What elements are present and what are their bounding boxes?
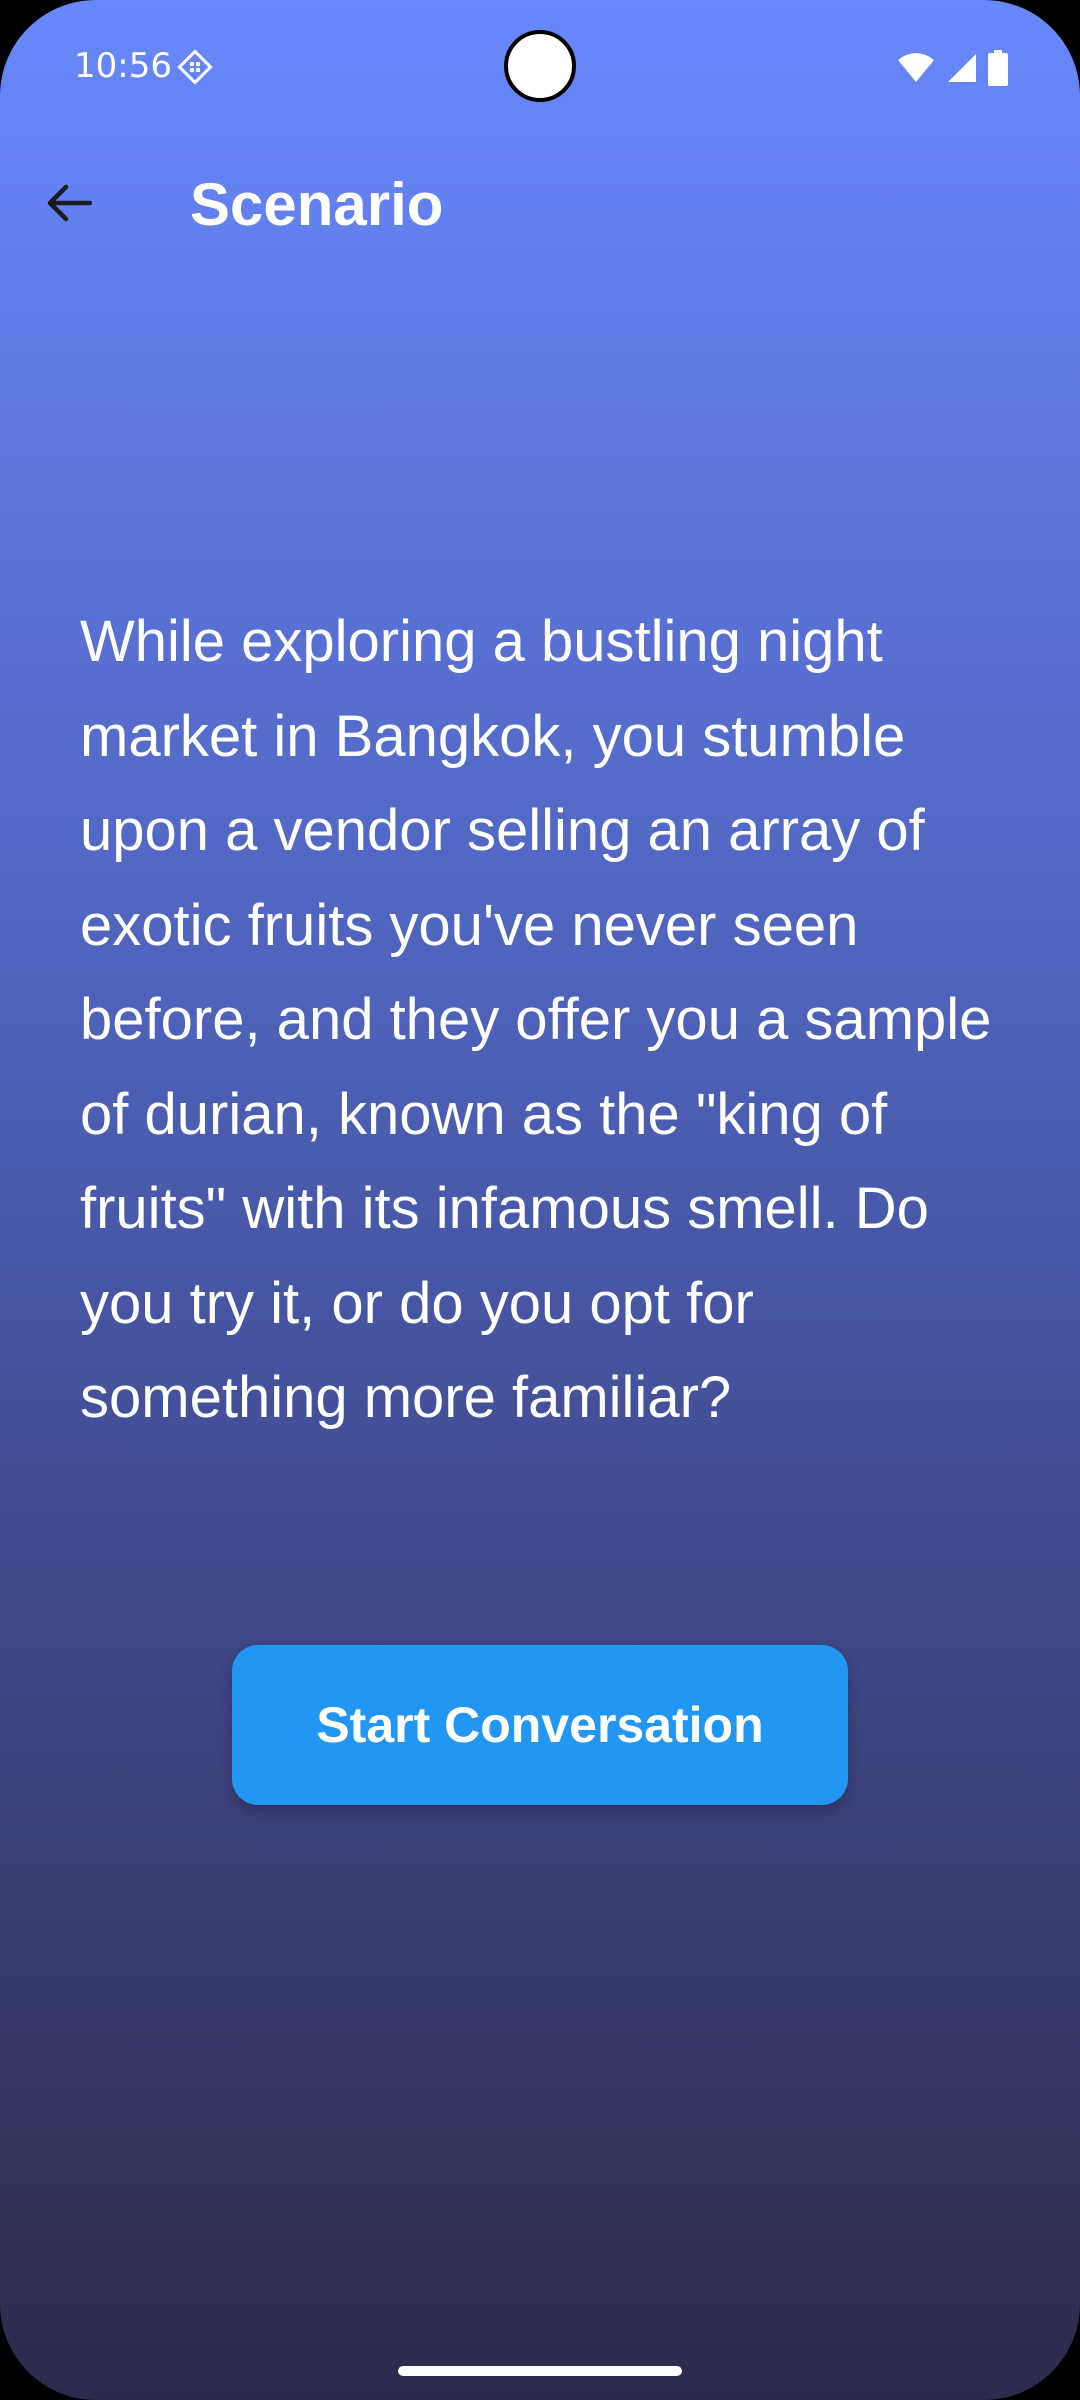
camera-cutout [504, 30, 576, 102]
status-bar: 10:56 [0, 0, 1080, 130]
app-screen: 10:56 Scenario While exploring a bustlin… [0, 0, 1080, 2400]
page-title: Scenario [190, 171, 444, 238]
status-icons [896, 48, 1008, 88]
arrow-left-icon [46, 183, 93, 228]
scenario-description: While exploring a bustling night market … [80, 609, 992, 1430]
wifi-icon [896, 52, 936, 84]
app-bar: Scenario [0, 150, 1080, 260]
back-button[interactable] [34, 170, 104, 240]
start-conversation-button[interactable]: Start Conversation [232, 1645, 848, 1805]
home-indicator[interactable] [398, 2366, 682, 2376]
battery-icon [988, 50, 1008, 86]
status-time: 10:56 [74, 46, 172, 86]
notification-app-icon [176, 48, 214, 86]
signal-icon [946, 52, 978, 84]
